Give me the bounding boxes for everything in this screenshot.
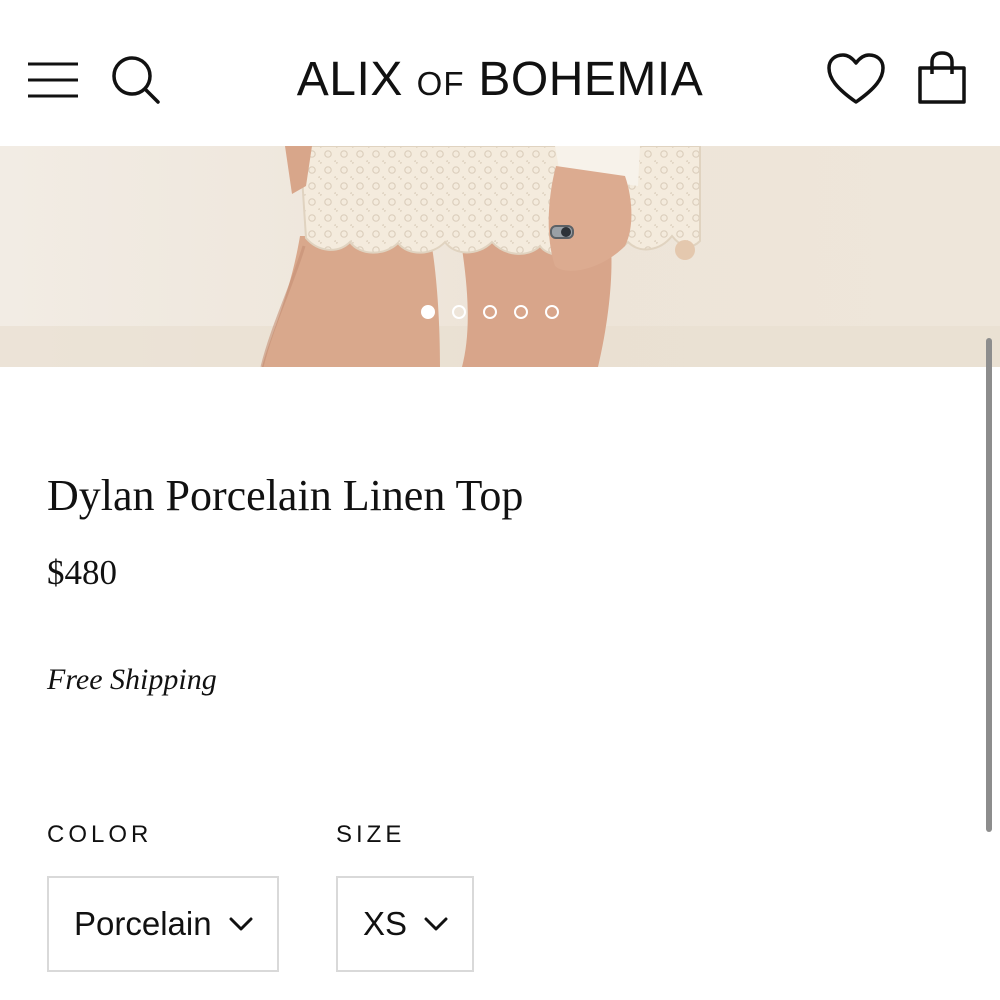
- gallery-dot-1[interactable]: [421, 305, 435, 319]
- shopping-bag-icon: [918, 51, 966, 104]
- color-select-value: Porcelain: [74, 905, 212, 942]
- product-page: ALIX OF BOHEMIA Dylan Porcelain Linen To…: [0, 0, 1000, 1000]
- product-price: $480: [47, 553, 117, 592]
- search-icon: [112, 56, 160, 104]
- brand-name-main: ALIX: [296, 53, 403, 106]
- product-photo: [0, 146, 1000, 367]
- page-scrollbar[interactable]: [986, 338, 992, 832]
- product-title: Dylan Porcelain Linen Top: [47, 471, 524, 520]
- site-header: ALIX OF BOHEMIA: [0, 0, 1000, 146]
- brand-name-tail: BOHEMIA: [478, 53, 704, 106]
- product-image-gallery[interactable]: [0, 146, 1000, 367]
- size-label: SIZE: [336, 821, 406, 848]
- heart-icon: [827, 53, 885, 104]
- gallery-dot-2[interactable]: [452, 305, 466, 319]
- shipping-note: Free Shipping: [47, 663, 217, 696]
- cart-button[interactable]: [914, 50, 970, 106]
- chevron-down-icon: [424, 917, 448, 931]
- brand-logo[interactable]: ALIX OF BOHEMIA: [200, 50, 800, 114]
- color-label: COLOR: [47, 821, 153, 848]
- menu-button[interactable]: [27, 58, 79, 102]
- chevron-down-icon: [229, 917, 253, 931]
- color-select[interactable]: Porcelain: [47, 876, 279, 972]
- size-select[interactable]: XS: [336, 876, 474, 972]
- gallery-pagination: [421, 305, 559, 323]
- menu-icon: [28, 62, 78, 98]
- gallery-dot-3[interactable]: [483, 305, 497, 319]
- gallery-dot-5[interactable]: [545, 305, 559, 319]
- size-select-value: XS: [363, 905, 408, 942]
- brand-name-of: OF: [416, 65, 465, 102]
- search-button[interactable]: [110, 54, 162, 106]
- wishlist-button[interactable]: [826, 52, 886, 106]
- gallery-dot-4[interactable]: [514, 305, 528, 319]
